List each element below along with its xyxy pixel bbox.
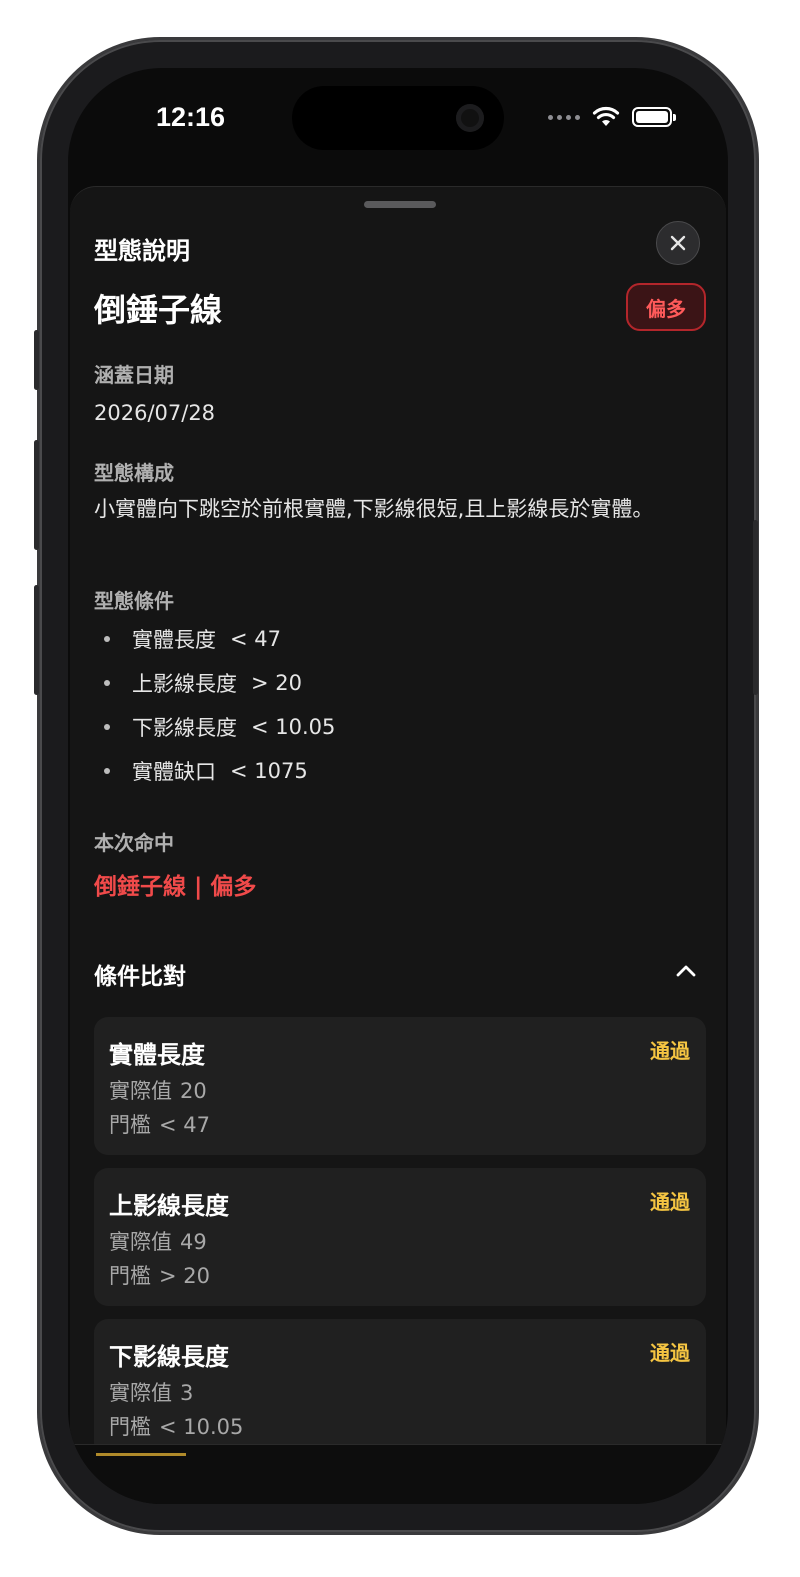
volume-up-button bbox=[34, 440, 39, 550]
comparison-card: 上影線長度 通過 實際值 49 門檻 > 20 bbox=[94, 1168, 706, 1306]
tab-bar bbox=[70, 1444, 726, 1504]
threshold-row: 門檻 < 47 bbox=[109, 1109, 210, 1139]
list-item: 上影線長度 > 20 bbox=[94, 661, 335, 705]
date-value: 2026/07/28 bbox=[94, 401, 216, 425]
actual-value: 20 bbox=[180, 1079, 207, 1103]
condition-name: 上影線長度 bbox=[132, 672, 237, 696]
pattern-info-sheet: 型態說明 倒錘子線 偏多 涵蓋日期 2026/07/28 型態構成 小實體向下跳… bbox=[70, 186, 726, 1457]
date-label: 涵蓋日期 bbox=[94, 363, 174, 387]
pattern-name: 倒錘子線 bbox=[94, 291, 223, 329]
actual-label: 實際值 bbox=[109, 1079, 172, 1103]
threshold-row: 門檻 < 10.05 bbox=[109, 1411, 243, 1441]
actual-row: 實際值 20 bbox=[109, 1075, 207, 1105]
condition-rule: < 1075 bbox=[230, 759, 308, 783]
status-time: 12:16 bbox=[156, 102, 226, 132]
wifi-icon bbox=[592, 106, 620, 126]
threshold-value: < 10.05 bbox=[159, 1415, 244, 1439]
hit-label: 本次命中 bbox=[94, 831, 174, 855]
condition-rule: < 10.05 bbox=[251, 715, 336, 739]
conditions-label: 型態條件 bbox=[94, 589, 174, 613]
threshold-label: 門檻 bbox=[109, 1415, 151, 1439]
condition-rule: > 20 bbox=[251, 671, 302, 695]
list-item: 實體長度 < 47 bbox=[94, 617, 335, 661]
tab-indicator bbox=[96, 1453, 186, 1456]
actual-row: 實際值 49 bbox=[109, 1226, 207, 1256]
threshold-value: < 47 bbox=[159, 1113, 210, 1137]
status-badge: 通過 bbox=[650, 1039, 690, 1063]
threshold-label: 門檻 bbox=[109, 1264, 151, 1288]
battery-icon bbox=[632, 107, 676, 127]
threshold-value: > 20 bbox=[159, 1264, 210, 1288]
action-button bbox=[34, 330, 39, 390]
condition-rule: < 47 bbox=[230, 627, 281, 651]
list-item: 實體缺口 < 1075 bbox=[94, 749, 335, 793]
list-item: 下影線長度 < 10.05 bbox=[94, 705, 335, 749]
comparison-title[interactable]: 條件比對 bbox=[94, 957, 186, 991]
chevron-up-icon[interactable] bbox=[674, 959, 698, 983]
status-badge: 通過 bbox=[650, 1190, 690, 1214]
conditions-list: 實體長度 < 47 上影線長度 > 20 下影線長度 < 10.05 實體缺口 < 10… bbox=[94, 617, 335, 793]
hit-value: 倒錘子線 | 偏多 bbox=[94, 874, 257, 900]
comparison-card: 實體長度 通過 實際值 20 門檻 < 47 bbox=[94, 1017, 706, 1155]
camera-icon bbox=[456, 104, 484, 132]
volume-down-button bbox=[34, 585, 39, 695]
actual-label: 實際值 bbox=[109, 1381, 172, 1405]
close-button[interactable] bbox=[656, 221, 700, 265]
comparison-card: 下影線長度 通過 實際值 3 門檻 < 10.05 bbox=[94, 1319, 706, 1457]
composition-label: 型態構成 bbox=[94, 461, 174, 485]
comparison-list: 實體長度 通過 實際值 20 門檻 < 47 上影線長度 通過 實際值 49 門檻 > … bbox=[94, 1017, 706, 1470]
status-badge: 通過 bbox=[650, 1341, 690, 1365]
condition-name: 實體長度 bbox=[132, 628, 216, 652]
actual-label: 實際值 bbox=[109, 1230, 172, 1254]
card-title: 下影線長度 bbox=[109, 1343, 229, 1371]
dynamic-island bbox=[292, 86, 504, 150]
composition-text: 小實體向下跳空於前根實體,下影線很短,且上影線長於實體。 bbox=[94, 497, 654, 521]
actual-value: 3 bbox=[180, 1381, 194, 1405]
power-button bbox=[753, 520, 758, 695]
condition-name: 下影線長度 bbox=[132, 716, 237, 740]
card-title: 實體長度 bbox=[109, 1041, 205, 1069]
threshold-row: 門檻 > 20 bbox=[109, 1260, 210, 1290]
bias-badge: 偏多 bbox=[626, 283, 706, 331]
phone-screen: 12:16 型態說明 倒錘子線 偏多 涵蓋日期 2026/07/28 型態構成 … bbox=[68, 68, 728, 1504]
status-indicators bbox=[548, 106, 676, 128]
sheet-title: 型態說明 bbox=[94, 237, 190, 265]
signal-dots-icon bbox=[548, 114, 580, 120]
actual-row: 實際值 3 bbox=[109, 1377, 193, 1407]
condition-name: 實體缺口 bbox=[132, 760, 216, 784]
close-icon bbox=[670, 235, 686, 251]
actual-value: 49 bbox=[180, 1230, 207, 1254]
card-title: 上影線長度 bbox=[109, 1192, 229, 1220]
threshold-label: 門檻 bbox=[109, 1113, 151, 1137]
sheet-grabber[interactable] bbox=[364, 201, 436, 208]
